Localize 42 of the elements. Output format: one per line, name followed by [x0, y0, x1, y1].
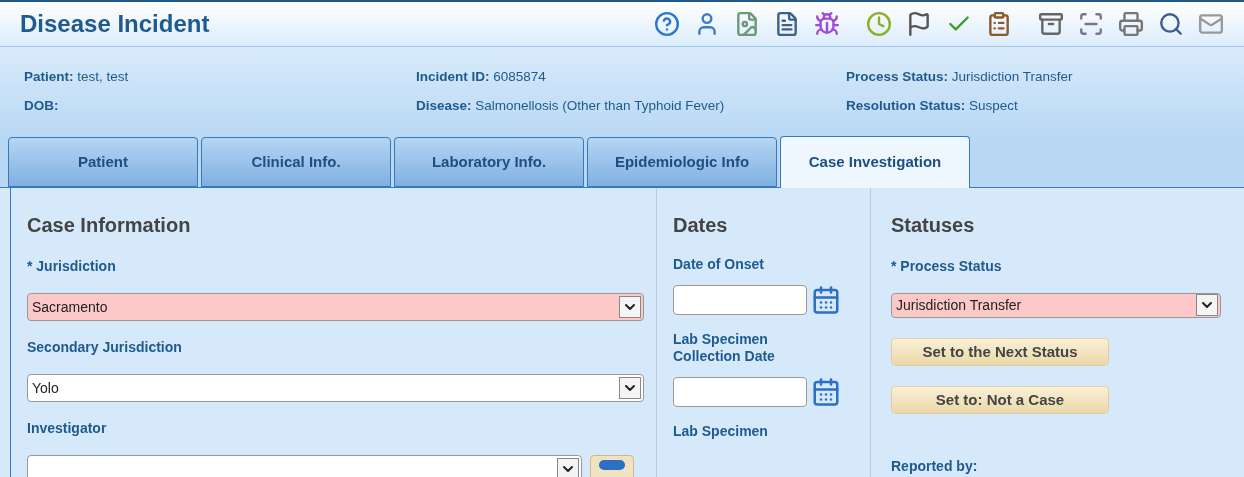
info-field: DOB: — [24, 95, 416, 116]
tab[interactable]: Epidemiologic Info — [587, 137, 777, 187]
field-label: * Process Status — [891, 257, 1003, 276]
status-button[interactable]: Set to: Not a Case — [891, 385, 1109, 414]
clock-icon[interactable] — [866, 11, 892, 37]
tab[interactable]: Patient — [8, 137, 198, 187]
window-title: Disease Incident — [20, 9, 210, 39]
field-label: Lab Specimen Collection Date — [673, 331, 776, 365]
help-icon[interactable] — [654, 11, 680, 37]
info-field: Disease: Salmonellosis (Other than Typhoid Fever) — [416, 95, 846, 116]
field-label: Reported by: — [891, 457, 979, 476]
printer-icon[interactable] — [1118, 11, 1144, 37]
dropdown[interactable]: Jurisdiction Transfer — [891, 293, 1221, 318]
tab[interactable]: Laboratory Info. — [394, 137, 584, 187]
info-field: Incident ID: 6085874 — [416, 67, 846, 88]
field-label: Lab Specimen — [673, 423, 769, 440]
dropdown[interactable]: Sacramento — [27, 293, 644, 321]
info-field: Process Status: Jurisdiction Transfer — [846, 67, 1244, 88]
section-heading: Dates — [673, 213, 729, 238]
calendar-icon[interactable] — [811, 377, 841, 407]
flag-icon[interactable] — [906, 11, 932, 37]
calendar-icon[interactable] — [811, 285, 841, 315]
date-field[interactable] — [673, 377, 807, 407]
mail-icon[interactable] — [1198, 11, 1224, 37]
field-label: Investigator — [27, 419, 108, 438]
tab[interactable]: Case Investigation — [780, 136, 970, 188]
clipboard-icon[interactable] — [986, 11, 1012, 37]
dropdown[interactable] — [27, 455, 582, 477]
date-field[interactable] — [673, 285, 807, 315]
section-heading: Statuses — [891, 213, 976, 238]
search-icon[interactable] — [1158, 11, 1184, 37]
field-label: * Jurisdiction — [27, 257, 117, 276]
field-label: Date of Onset — [673, 256, 765, 273]
section-heading: Case Information — [27, 213, 192, 238]
status-button[interactable]: Set to the Next Status — [891, 337, 1109, 366]
info-field: Resolution Status: Suspect — [846, 95, 1244, 116]
info-field: Patient: test, test — [24, 67, 416, 88]
scanner-icon[interactable] — [1078, 11, 1104, 37]
tab[interactable]: Clinical Info. — [201, 137, 391, 187]
field-label: Secondary Jurisdiction — [27, 338, 183, 357]
lookup-button[interactable] — [590, 455, 634, 477]
dropdown[interactable]: Yolo — [27, 374, 644, 402]
